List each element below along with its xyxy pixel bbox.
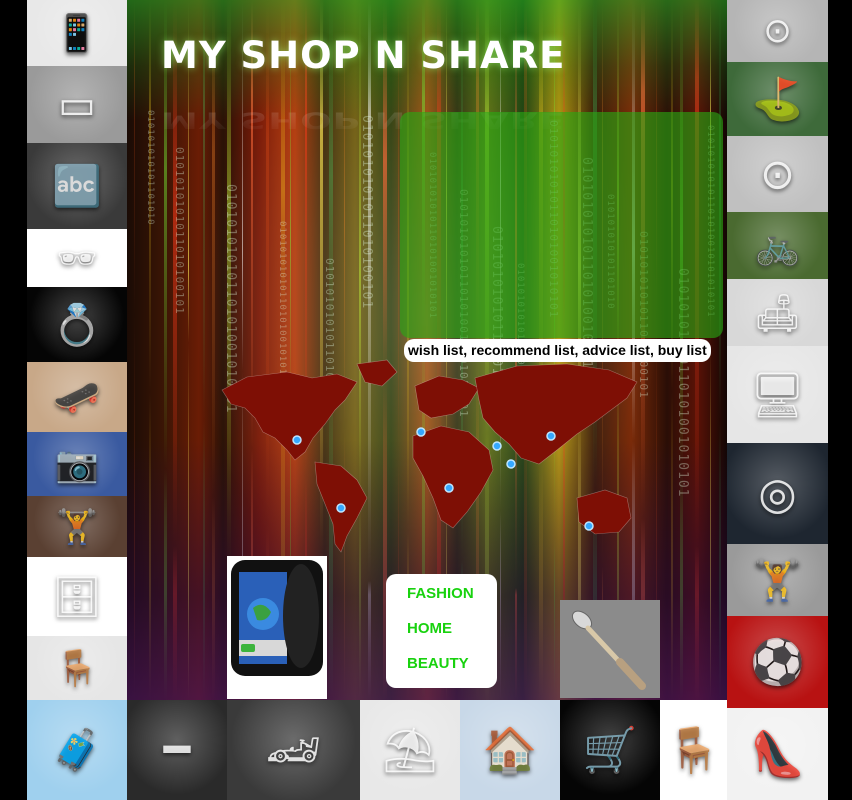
tricycle-icon: 🚲 xyxy=(754,224,801,267)
high-heel-icon: 👠 xyxy=(750,729,805,780)
map-hotspot[interactable] xyxy=(584,521,594,531)
ring-tile[interactable]: 💍 xyxy=(27,287,127,362)
tricycle-tile[interactable]: 🚲 xyxy=(727,212,828,279)
bar-stool-tile[interactable]: 🪑 xyxy=(660,700,727,800)
ring-icon: 💍 xyxy=(52,302,102,348)
dresser-tile[interactable]: 🗄 xyxy=(27,557,127,636)
binary-column: 0101010101011010100101 xyxy=(359,115,374,310)
pc-tower-tile[interactable]: 🖥 xyxy=(727,346,828,443)
world-map xyxy=(221,359,638,553)
hero-banner: 010101010101101010 0101010101011010100101… xyxy=(127,0,727,700)
tires-tile[interactable]: ◎ xyxy=(727,443,828,544)
golf-ball-tile[interactable]: ⛳ xyxy=(727,62,828,136)
map-hotspot[interactable] xyxy=(444,483,454,493)
sofa-tile[interactable]: 🛋 xyxy=(727,279,828,346)
dumbbell-tile[interactable]: 🏋 xyxy=(27,496,127,557)
house-tile[interactable]: 🏠 xyxy=(460,700,560,800)
house-icon: 🏠 xyxy=(482,725,538,776)
africa-shape xyxy=(412,425,494,529)
dumbbell-icon: 🏋 xyxy=(752,557,803,604)
sofa-icon: 🛋 xyxy=(754,291,801,334)
dresser-icon: 🗄 xyxy=(51,574,103,620)
abc-blocks-tile[interactable]: 🔤 xyxy=(27,143,127,229)
sunglasses-tile[interactable]: 🕶 xyxy=(27,229,127,287)
wheel-rim-tile[interactable]: ⊙ xyxy=(727,0,828,62)
category-menu: FASHION HOME BEAUTY xyxy=(386,574,497,688)
armchair-icon: 🪑 xyxy=(55,648,99,689)
category-home[interactable]: HOME xyxy=(407,620,452,637)
sports-car-tile[interactable]: 🏎 xyxy=(227,700,360,800)
tire-icon: ◎ xyxy=(758,468,797,519)
site-logo[interactable]: MY SHOP N SHARE xyxy=(161,34,565,77)
suitcase-icon: 🧳 xyxy=(52,727,102,774)
map-hotspot[interactable] xyxy=(336,503,346,513)
map-hotspot[interactable] xyxy=(492,441,502,451)
cufflinks-tile[interactable]: ▭ xyxy=(27,66,127,143)
smartphone-icon xyxy=(231,560,323,676)
category-fashion[interactable]: FASHION xyxy=(407,585,474,602)
sports-car-icon: 🏎 xyxy=(265,725,322,776)
soccer-ball-tile[interactable]: ⚽ xyxy=(727,616,828,708)
wheel-rim-2-tile[interactable]: ⊙ xyxy=(727,136,828,212)
wheel-rim-icon: ⊙ xyxy=(759,149,796,199)
map-hotspot[interactable] xyxy=(416,427,426,437)
dumbbell-icon: 🏋 xyxy=(56,506,98,546)
cufflinks-icon: ▭ xyxy=(58,81,96,128)
patio-set-icon: ⛱ xyxy=(382,725,438,776)
spoon-icon xyxy=(571,610,646,690)
patio-set-tile[interactable]: ⛱ xyxy=(360,700,460,800)
soccer-ball-icon: ⚽ xyxy=(750,637,805,688)
map-hotspot[interactable] xyxy=(506,459,516,469)
hand-truck-icon: 🛒 xyxy=(582,725,638,776)
wheel-rim-icon: ⊙ xyxy=(763,11,792,51)
north-america-shape xyxy=(221,371,358,461)
skateboard-icon: 🛹 xyxy=(53,374,101,420)
binary-column: 010101010101101010 xyxy=(145,110,155,226)
skateboard-tile[interactable]: 🛹 xyxy=(27,362,127,432)
smartphone-feature[interactable] xyxy=(227,556,327,699)
high-heel-tile[interactable]: 👠 xyxy=(727,708,828,800)
incense-holder-tile[interactable]: ━ xyxy=(127,700,227,800)
golf-ball-icon: ⛳ xyxy=(752,75,803,123)
incense-holder-icon: ━ xyxy=(163,724,191,776)
ipod-dock-icon: 📱 xyxy=(54,11,100,55)
bar-stool-icon: 🪑 xyxy=(666,725,721,776)
camera-icon: 📷 xyxy=(55,444,99,485)
hand-truck-tile[interactable]: 🛒 xyxy=(560,700,660,800)
suitcase-tile[interactable]: 🧳 xyxy=(27,700,127,800)
ipod-dock-tile[interactable]: 📱 xyxy=(27,0,127,66)
map-hotspot[interactable] xyxy=(546,431,556,441)
content-panel xyxy=(400,112,723,338)
pc-tower-icon: 🖥 xyxy=(749,369,806,421)
abc-blocks-icon: 🔤 xyxy=(52,163,102,210)
sunglasses-icon: 🕶 xyxy=(56,239,98,277)
category-beauty[interactable]: BEAUTY xyxy=(407,655,469,672)
camera-tile[interactable]: 📷 xyxy=(27,432,127,496)
greenland-shape xyxy=(356,359,398,387)
map-hotspot[interactable] xyxy=(292,435,302,445)
dumbbells-tile[interactable]: 🏋 xyxy=(727,544,828,616)
armchairs-tile[interactable]: 🪑 xyxy=(27,636,127,700)
spoon-feature[interactable] xyxy=(560,600,660,698)
binary-column: 0101010101011010100101 xyxy=(173,147,186,315)
europe-shape xyxy=(414,375,480,419)
